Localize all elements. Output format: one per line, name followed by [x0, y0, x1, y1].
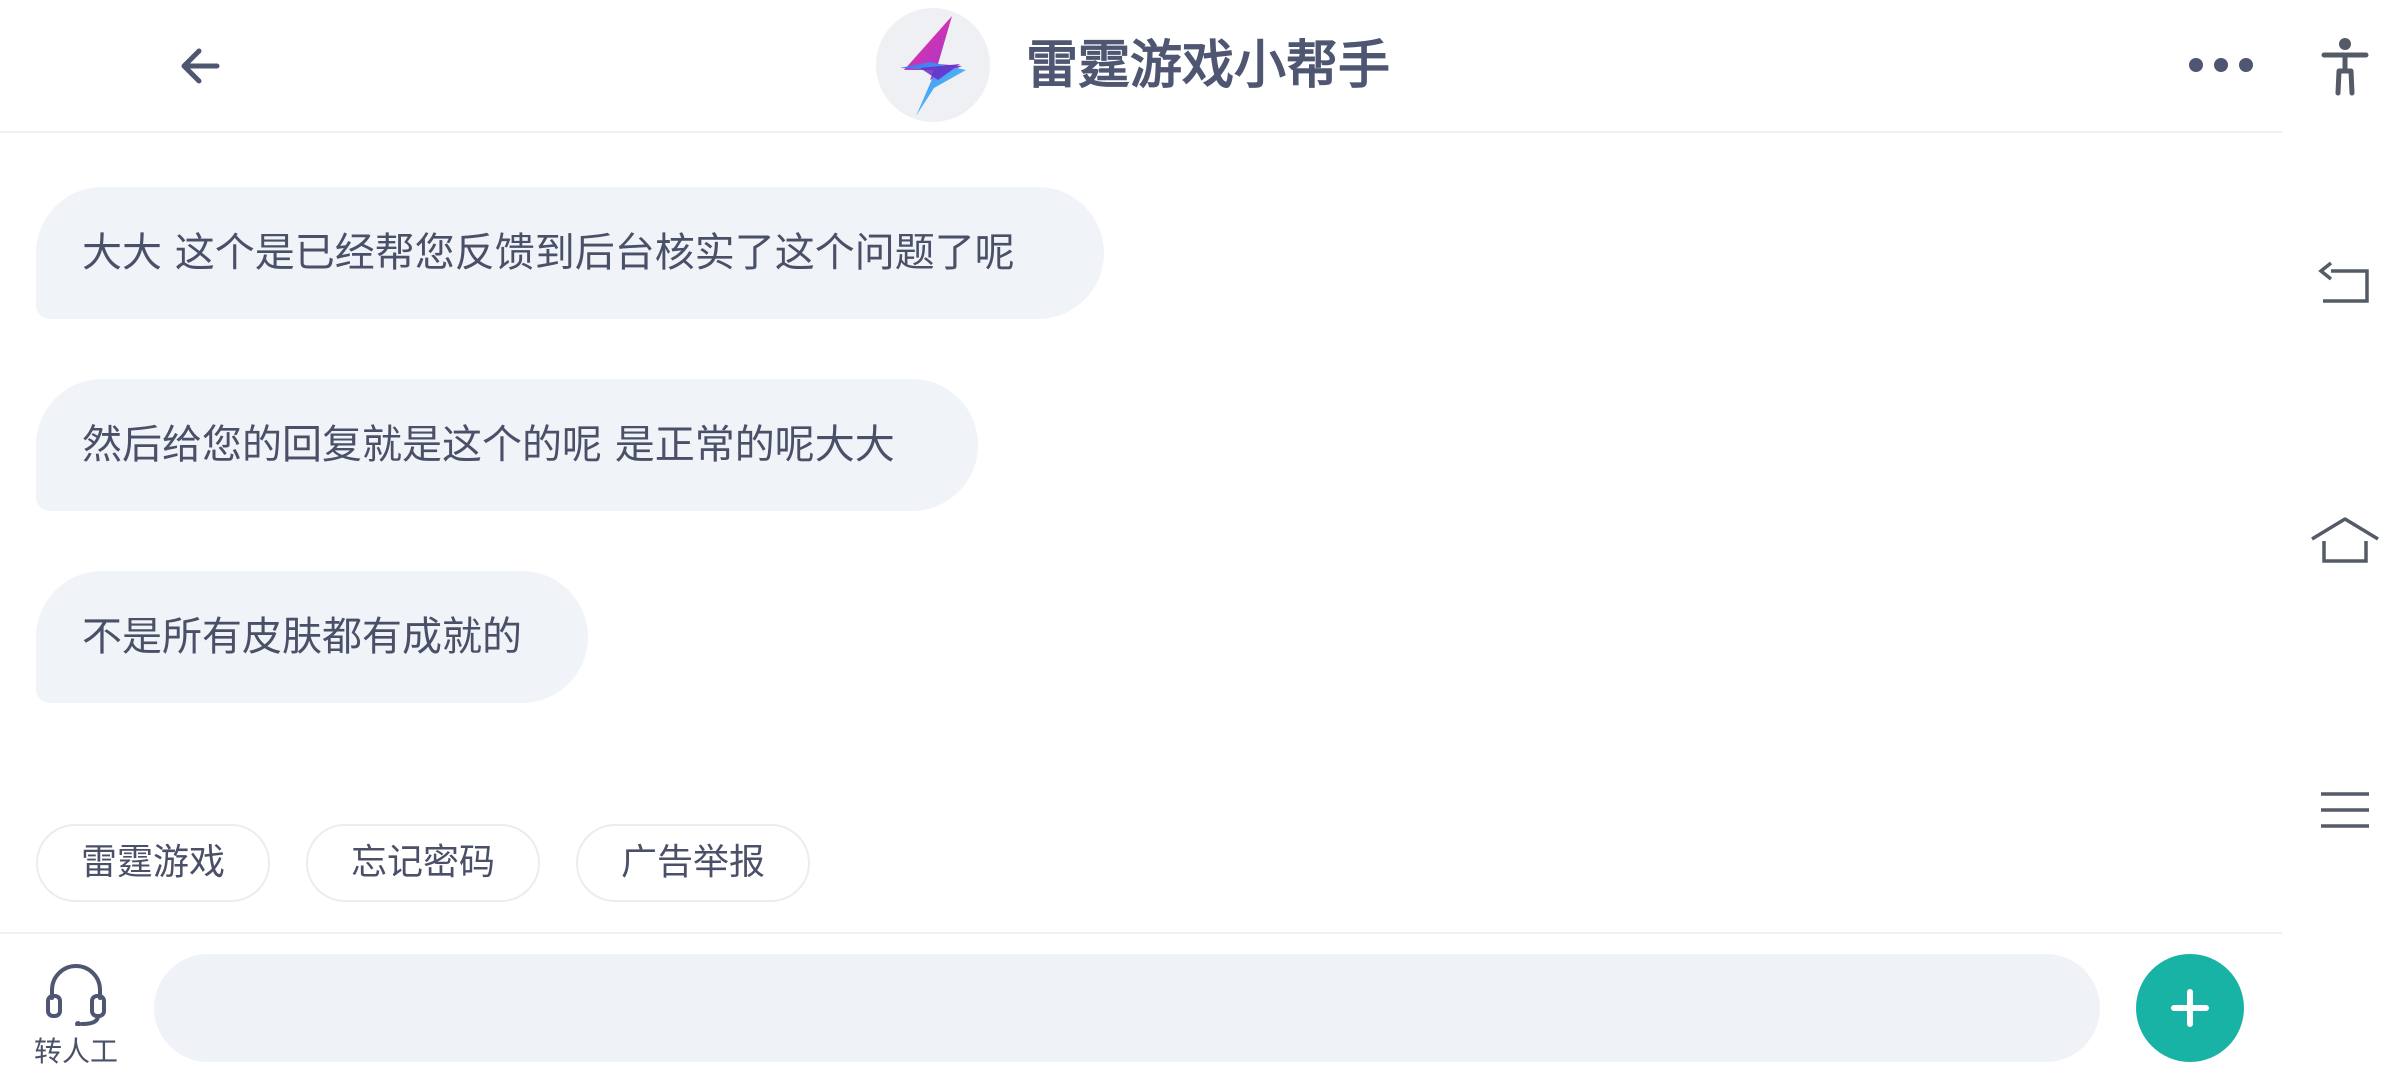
- system-nav-bar: [2282, 0, 2408, 1080]
- accessibility-icon: [2321, 38, 2369, 96]
- back-button[interactable]: [165, 35, 235, 97]
- message-bubble: 大大 这个是已经帮您反馈到后台核实了这个问题了呢: [36, 187, 1104, 319]
- arrow-left-icon: [181, 48, 220, 84]
- message-bubble: 不是所有皮肤都有成就的: [36, 571, 588, 703]
- lightning-logo-icon: [900, 16, 966, 116]
- plus-icon: [2171, 989, 2209, 1027]
- quick-reply-chip[interactable]: 雷霆游戏: [36, 824, 270, 902]
- human-agent-button[interactable]: 转人工: [26, 958, 126, 1068]
- nav-home-button[interactable]: [2310, 505, 2380, 575]
- quick-reply-chip[interactable]: 忘记密码: [306, 824, 540, 902]
- nav-menu-button[interactable]: [2310, 775, 2380, 845]
- chat-screen: 雷霆游戏小帮手 大大 这个是已经帮您反馈到后台核实了这个问题了呢 然后给您的回复…: [0, 0, 2282, 1082]
- menu-icon: [2321, 792, 2369, 828]
- add-button[interactable]: [2136, 954, 2244, 1062]
- input-bar: 转人工: [0, 932, 2282, 1082]
- page-title: 雷霆游戏小帮手: [1026, 36, 1391, 96]
- more-dots-icon: [2189, 58, 2253, 72]
- home-icon: [2311, 517, 2379, 563]
- nav-back-button[interactable]: [2310, 250, 2380, 320]
- message-input[interactable]: [154, 954, 2100, 1062]
- avatar: [876, 8, 990, 122]
- back-icon: [2318, 261, 2369, 303]
- message-bubble: 然后给您的回复就是这个的呢 是正常的呢大大: [36, 379, 978, 511]
- quick-reply-chip[interactable]: 广告举报: [576, 824, 810, 902]
- headset-icon: [46, 964, 106, 1026]
- accessibility-button[interactable]: [2310, 32, 2380, 102]
- header: 雷霆游戏小帮手: [0, 0, 2282, 133]
- more-button[interactable]: [2180, 44, 2262, 86]
- human-agent-label: 转人工: [33, 1035, 118, 1068]
